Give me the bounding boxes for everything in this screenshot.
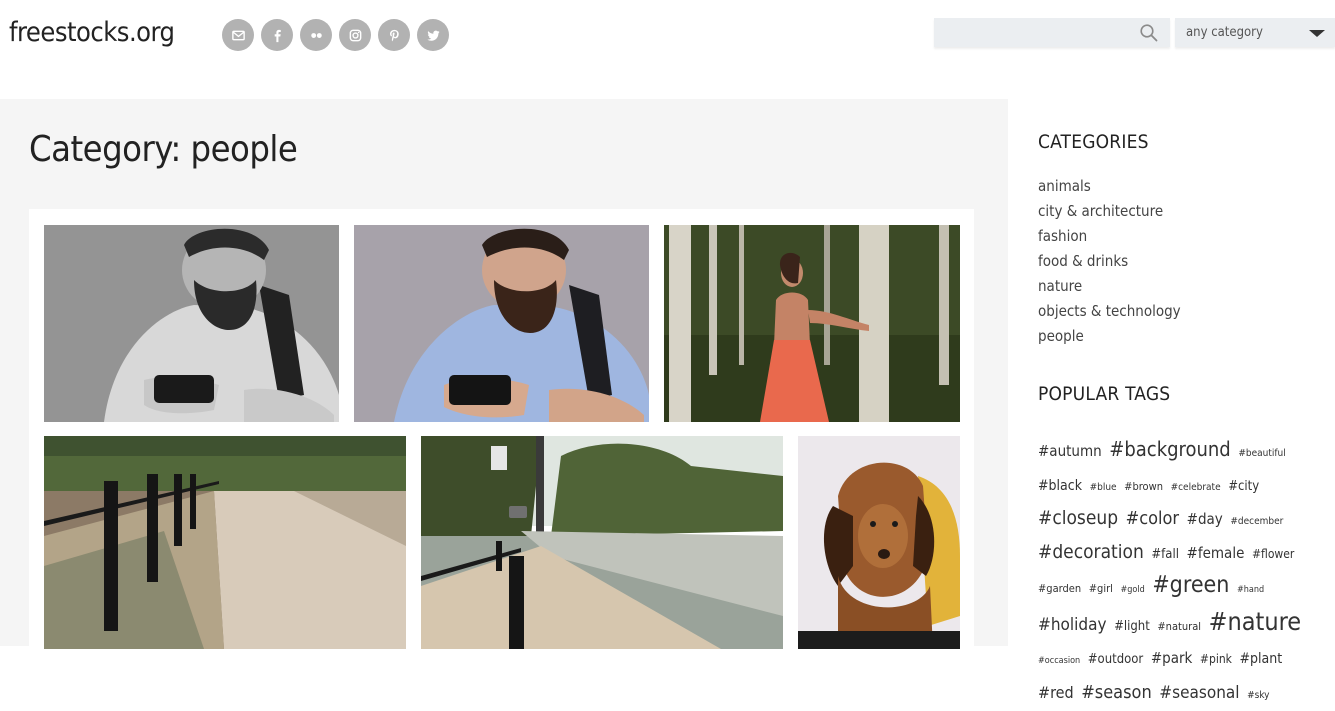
tag-link-celebrate[interactable]: #celebrate [1171,482,1221,493]
main-content: Category: people [0,99,1008,649]
chevron-down-icon [1309,30,1325,37]
category-link-city-architecture[interactable]: city & architecture [1038,202,1181,227]
category-link-nature[interactable]: nature [1038,277,1181,302]
photo-brown-puppy[interactable] [798,436,960,649]
photo-street-sunrise[interactable] [421,436,783,649]
page-title: Category: people [29,129,298,170]
tag-link-flower[interactable]: #flower [1252,547,1294,561]
popular-tags-heading: POPULAR TAGS [1038,383,1171,405]
photo-gallery [29,209,974,649]
tag-link-seasonal[interactable]: #seasonal [1159,683,1239,703]
tag-link-fall[interactable]: #fall [1151,547,1179,562]
photo-woman-forest[interactable] [664,225,960,422]
photo-sidewalk-bollards[interactable] [44,436,406,649]
tag-link-sky[interactable]: #sky [1247,690,1269,701]
tag-link-holiday[interactable]: #holiday [1038,615,1107,635]
pinterest-icon[interactable] [378,19,410,51]
search-icon[interactable] [1139,23,1159,43]
tag-link-closeup[interactable]: #closeup [1038,507,1118,529]
category-link-animals[interactable]: animals [1038,177,1181,202]
site-logo[interactable]: freestocks.org [9,17,175,48]
tag-link-park[interactable]: #park [1151,649,1193,667]
tag-link-hand[interactable]: #hand [1237,585,1264,595]
search-input[interactable] [934,18,1170,47]
tag-link-december[interactable]: #december [1230,516,1283,527]
category-select-value: any category [1186,25,1263,40]
tag-link-nature[interactable]: #nature [1209,607,1302,636]
tag-link-brown[interactable]: #brown [1124,480,1163,493]
category-link-people[interactable]: people [1038,327,1181,352]
flickr-icon[interactable] [300,19,332,51]
category-list: animals city & architecture fashion food… [1038,177,1181,352]
category-select[interactable]: any category [1175,18,1335,47]
twitter-icon[interactable] [417,19,449,51]
tag-link-color[interactable]: #color [1126,508,1179,529]
tag-cloud: #autumn #background #beautiful #black #b… [1038,434,1328,711]
tag-link-girl[interactable]: #girl [1089,582,1113,595]
tag-link-blue[interactable]: #blue [1090,482,1117,493]
tag-link-female[interactable]: #female [1187,544,1245,562]
tag-link-outdoor[interactable]: #outdoor [1088,652,1144,667]
tag-link-decoration[interactable]: #decoration [1038,541,1144,563]
tag-link-beautiful[interactable]: #beautiful [1238,448,1285,459]
tag-link-city[interactable]: #city [1228,479,1259,494]
mail-icon[interactable] [222,19,254,51]
photo-man-camera-color[interactable] [354,225,649,422]
categories-heading: CATEGORIES [1038,131,1149,153]
tag-link-pink[interactable]: #pink [1200,652,1232,666]
tag-link-natural[interactable]: #natural [1157,620,1201,633]
tag-link-occasion[interactable]: #occasion [1038,656,1080,666]
tag-link-season[interactable]: #season [1081,682,1152,703]
facebook-icon[interactable] [261,19,293,51]
tag-link-gold[interactable]: #gold [1120,585,1144,595]
tag-link-green[interactable]: #green [1152,572,1229,598]
tag-link-plant[interactable]: #plant [1240,651,1283,667]
tag-link-light[interactable]: #light [1114,619,1150,634]
category-link-fashion[interactable]: fashion [1038,227,1181,252]
tag-link-day[interactable]: #day [1187,510,1223,528]
tag-link-autumn[interactable]: #autumn [1038,442,1102,460]
tag-link-background[interactable]: #background [1109,437,1230,461]
instagram-icon[interactable] [339,19,371,51]
category-link-objects-technology[interactable]: objects & technology [1038,302,1181,327]
tag-link-red[interactable]: #red [1038,683,1074,702]
tag-link-garden[interactable]: #garden [1038,582,1081,595]
tag-link-black[interactable]: #black [1038,478,1082,494]
social-links [222,19,449,51]
photo-man-camera-bw[interactable] [44,225,339,422]
category-link-food-drinks[interactable]: food & drinks [1038,252,1181,277]
